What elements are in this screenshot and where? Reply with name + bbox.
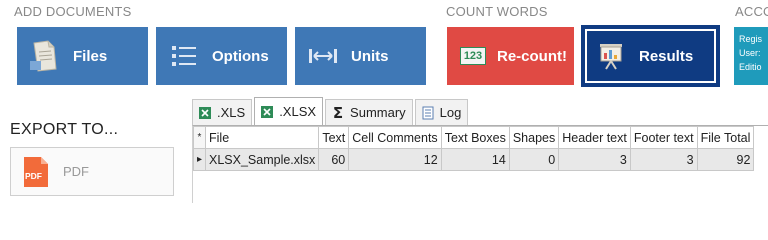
cell-shapes[interactable]: 0 — [508, 148, 560, 171]
results-button[interactable]: Results — [583, 27, 718, 85]
tab-summary-label: Summary — [350, 105, 406, 120]
results-grid: * File Text Cell Comments Text Boxes Sha… — [192, 125, 768, 203]
tab-log-label: Log — [439, 105, 462, 120]
column-header-text-boxes[interactable]: Text Boxes — [440, 126, 510, 149]
tab-xls-label: .XLS — [217, 105, 246, 120]
account-registered-line: Regis — [739, 34, 763, 44]
files-button[interactable]: Files — [17, 27, 148, 85]
new-row-marker: * — [193, 126, 206, 149]
cell-file[interactable]: XLSX_Sample.xlsx — [204, 148, 320, 171]
export-pdf-button[interactable]: PDF PDF — [10, 147, 174, 196]
files-button-label: Files — [73, 47, 108, 65]
sigma-icon: Σ — [332, 103, 344, 122]
excel-icon — [260, 105, 274, 119]
table-header-row: * File Text Cell Comments Text Boxes Sha… — [193, 126, 755, 149]
tab-xlsx-label: .XLSX — [279, 104, 317, 119]
tab-xlsx[interactable]: .XLSX — [254, 97, 324, 125]
column-header-footer-text[interactable]: Footer text — [629, 126, 698, 149]
counter-badge: 123 — [459, 47, 487, 65]
recount-button[interactable]: 123 Re-count! — [447, 27, 574, 85]
options-button[interactable]: Options — [156, 27, 287, 85]
column-header-header-text[interactable]: Header text — [558, 126, 631, 149]
cell-header-text[interactable]: 3 — [558, 148, 631, 171]
column-header-shapes[interactable]: Shapes — [508, 126, 560, 149]
account-user-line: User: — [739, 48, 761, 58]
account-info-tile[interactable]: Regis User: Editio — [734, 27, 768, 85]
pdf-icon-text: PDF — [25, 171, 42, 181]
column-header-file[interactable]: File — [204, 126, 320, 149]
ruler-arrows-icon — [305, 38, 341, 74]
section-label-account: ACCO — [735, 4, 768, 19]
results-table: * File Text Cell Comments Text Boxes Sha… — [193, 126, 755, 171]
account-edition-line: Editio — [739, 62, 762, 72]
pdf-file-icon: PDF — [23, 156, 49, 188]
column-header-text[interactable]: Text — [318, 126, 350, 149]
cell-footer-text[interactable]: 3 — [629, 148, 698, 171]
excel-icon — [198, 106, 212, 120]
section-label-add-documents: ADD DOCUMENTS — [14, 4, 132, 19]
list-settings-icon — [166, 38, 202, 74]
counter-icon: 123 — [457, 38, 489, 74]
cell-file-total[interactable]: 92 — [696, 148, 755, 171]
row-selector-arrow-icon[interactable]: ▸ — [193, 148, 206, 171]
recount-button-label: Re-count! — [497, 47, 567, 65]
export-to-label: EXPORT TO... — [10, 121, 119, 138]
section-label-count-words: COUNT WORDS — [446, 4, 548, 19]
column-header-cell-comments[interactable]: Cell Comments — [348, 126, 442, 149]
table-row[interactable]: ▸ XLSX_Sample.xlsx 60 12 14 0 3 3 92 — [193, 148, 755, 171]
tab-log[interactable]: Log — [414, 99, 469, 125]
cell-text[interactable]: 60 — [318, 148, 350, 171]
units-button-label: Units — [351, 47, 389, 65]
export-pdf-label: PDF — [63, 164, 89, 179]
cell-text-boxes[interactable]: 14 — [440, 148, 510, 171]
tab-xls[interactable]: .XLS — [192, 99, 253, 125]
presentation-icon — [593, 38, 629, 74]
tab-summary[interactable]: Σ Summary — [325, 99, 413, 125]
cell-cell-comments[interactable]: 12 — [348, 148, 442, 171]
units-button[interactable]: Units — [295, 27, 426, 85]
options-button-label: Options — [212, 47, 269, 65]
document-icon — [27, 38, 63, 74]
log-icon — [421, 106, 435, 120]
column-header-file-total[interactable]: File Total — [696, 126, 755, 149]
results-tabs: .XLS .XLSX Σ Summary Log — [192, 97, 470, 125]
results-button-label: Results — [639, 47, 694, 65]
